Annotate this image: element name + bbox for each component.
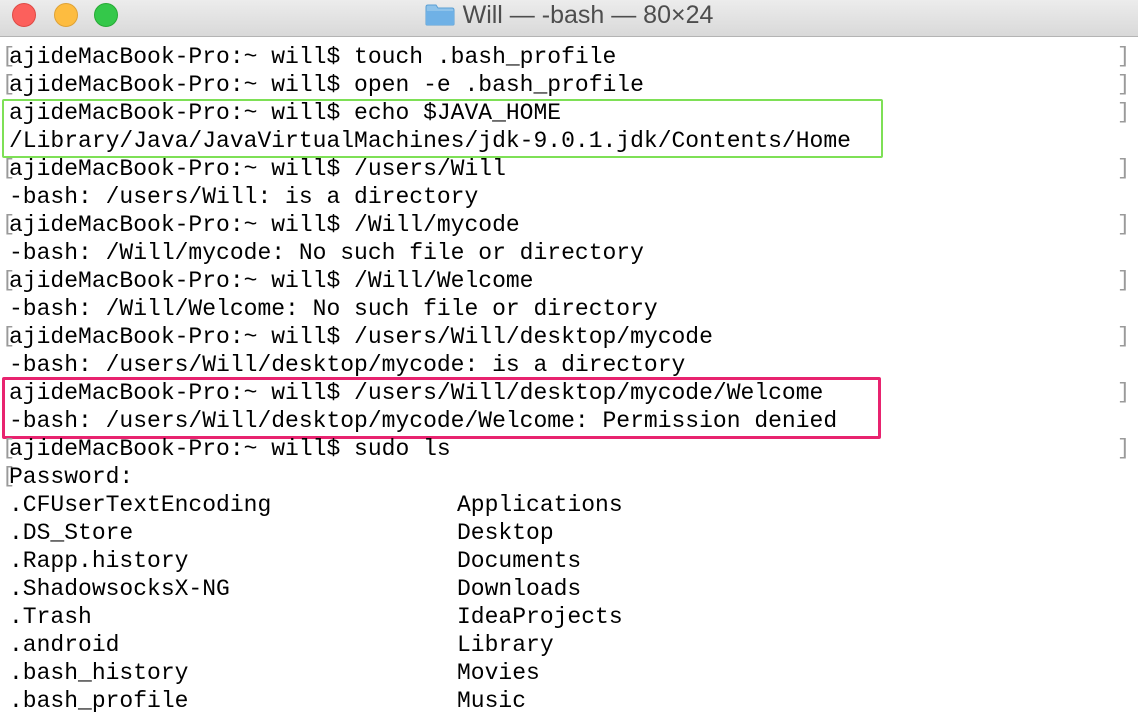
terminal-line-text: ajideMacBook-Pro:~ will$ /users/Will/des… (9, 380, 824, 406)
listing-entry: Desktop (457, 520, 554, 546)
terminal-line: [ajideMacBook-Pro:~ will$ /Will/mycode (2, 211, 520, 239)
line-marker-right: ] (1117, 268, 1131, 293)
terminal-line-text: -bash: /Will/Welcome: No such file or di… (9, 296, 658, 322)
terminal-line-text: ajideMacBook-Pro:~ will$ /Will/mycode (9, 212, 520, 238)
terminal-line: ajideMacBook-Pro:~ will$ /users/Will/des… (9, 379, 823, 407)
terminal-line: -bash: /users/Will/desktop/mycode: is a … (9, 351, 685, 379)
terminal-line: [Password: (2, 463, 134, 491)
listing-row: .Trash IdeaProjects (9, 603, 1109, 631)
listing-entry: Movies (457, 660, 540, 686)
line-marker-left: [ (2, 464, 16, 489)
listing-row: .DS_Store Desktop (9, 519, 1109, 547)
terminal-window: Will — -bash — 80×24 [ajideMacBook-Pro:~… (0, 0, 1138, 728)
terminal-line-text: -bash: /users/Will/desktop/mycode: is a … (9, 352, 686, 378)
terminal-line: [ajideMacBook-Pro:~ will$ sudo ls (2, 435, 451, 463)
listing-entry: IdeaProjects (457, 604, 623, 630)
terminal-output[interactable]: [ajideMacBook-Pro:~ will$ touch .bash_pr… (0, 37, 1138, 728)
listing-entry: Downloads (457, 576, 582, 602)
terminal-line: -bash: /users/Will/desktop/mycode/Welcom… (9, 407, 837, 435)
listing-entry: .DS_Store (9, 520, 134, 546)
line-marker-right: ] (1117, 212, 1131, 237)
terminal-line-text: ajideMacBook-Pro:~ will$ open -e .bash_p… (9, 72, 644, 98)
line-marker-left: [ (2, 212, 16, 237)
line-marker-left: [ (2, 324, 16, 349)
window-title: Will — -bash — 80×24 (0, 0, 1138, 30)
terminal-line-text: Password: (9, 464, 134, 490)
listing-entry: Applications (457, 492, 623, 518)
listing-entry: .CFUserTextEncoding (9, 492, 272, 518)
terminal-line: [ajideMacBook-Pro:~ will$ /users/Will/de… (2, 323, 713, 351)
terminal-line: -bash: /Will/mycode: No such file or dir… (9, 239, 644, 267)
listing-entry: .Trash (9, 604, 92, 630)
line-marker-right: ] (1117, 72, 1131, 97)
line-marker-right: ] (1117, 44, 1131, 69)
terminal-line-text: ajideMacBook-Pro:~ will$ touch .bash_pro… (9, 44, 617, 70)
terminal-line-text: -bash: /Will/mycode: No such file or dir… (9, 240, 644, 266)
folder-icon (425, 4, 455, 26)
terminal-line-text: ajideMacBook-Pro:~ will$ sudo ls (9, 436, 451, 462)
listing-entry: .bash_profile (9, 688, 189, 714)
listing-entry: .android (9, 632, 120, 658)
line-marker-left: [ (2, 44, 16, 69)
terminal-line-text: ajideMacBook-Pro:~ will$ /users/Will (9, 156, 506, 182)
terminal-line-text: /Library/Java/JavaVirtualMachines/jdk-9.… (9, 128, 851, 154)
terminal-line-text: ajideMacBook-Pro:~ will$ echo $JAVA_HOME (9, 100, 562, 126)
listing-entry: .Rapp.history (9, 548, 189, 574)
terminal-line: [ajideMacBook-Pro:~ will$ /users/Will (2, 155, 506, 183)
listing-row: .bash_profile Music (9, 687, 1109, 715)
listing-entry: Library (457, 632, 554, 658)
line-marker-right: ] (1117, 436, 1131, 461)
window-title-text: Will — -bash — 80×24 (462, 0, 714, 29)
line-marker-right: ] (1117, 324, 1131, 349)
line-marker-right: ] (1117, 380, 1131, 405)
line-marker-left: [ (2, 436, 16, 461)
terminal-line: ajideMacBook-Pro:~ will$ echo $JAVA_HOME (9, 99, 561, 127)
line-marker-right: ] (1117, 100, 1131, 125)
listing-entry: Documents (457, 548, 582, 574)
terminal-line: -bash: /Will/Welcome: No such file or di… (9, 295, 658, 323)
terminal-line-text: -bash: /users/Will: is a directory (9, 184, 479, 210)
terminal-line: /Library/Java/JavaVirtualMachines/jdk-9.… (9, 127, 851, 155)
terminal-line: [ajideMacBook-Pro:~ will$ open -e .bash_… (2, 71, 644, 99)
terminal-line-text: ajideMacBook-Pro:~ will$ /Will/Welcome (9, 268, 534, 294)
terminal-line: -bash: /users/Will: is a directory (9, 183, 478, 211)
listing-row: .Rapp.history Documents (9, 547, 1109, 575)
listing-row: .android Library (9, 631, 1109, 659)
listing-row: .CFUserTextEncoding Applications (9, 491, 1109, 519)
listing-entry: Music (457, 688, 527, 714)
line-marker-left: [ (2, 72, 16, 97)
listing-row: .ShadowsocksX-NG Downloads (9, 575, 1109, 603)
terminal-line-text: -bash: /users/Will/desktop/mycode/Welcom… (9, 408, 838, 434)
line-marker-right: ] (1117, 156, 1131, 181)
listing-row: .bash_history Movies (9, 659, 1109, 687)
listing-entry: .bash_history (9, 660, 189, 686)
line-marker-left: [ (2, 156, 16, 181)
terminal-line-text: ajideMacBook-Pro:~ will$ /users/Will/des… (9, 324, 713, 350)
terminal-line: [ajideMacBook-Pro:~ will$ touch .bash_pr… (2, 43, 617, 71)
terminal-line: [ajideMacBook-Pro:~ will$ /Will/Welcome (2, 267, 534, 295)
title-bar[interactable]: Will — -bash — 80×24 (0, 0, 1138, 37)
listing-entry: .ShadowsocksX-NG (9, 576, 230, 602)
line-marker-left: [ (2, 268, 16, 293)
